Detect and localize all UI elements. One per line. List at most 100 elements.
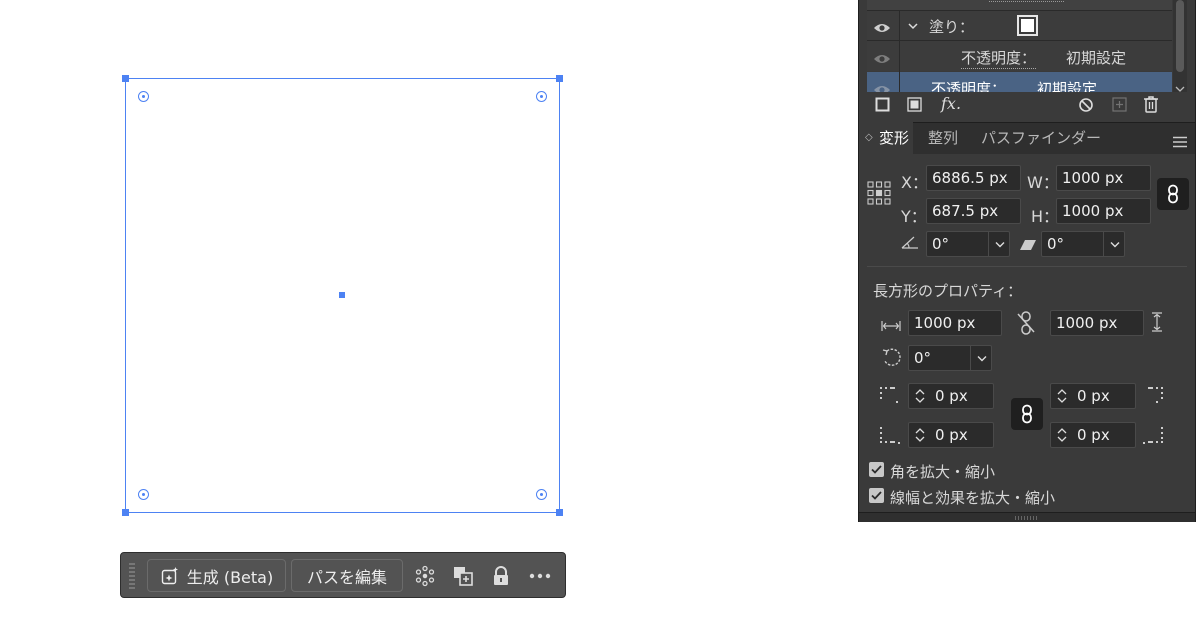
w-field[interactable]: 1000 px bbox=[1056, 165, 1151, 191]
duplicate-item-icon bbox=[1112, 97, 1127, 116]
recolor-dots-icon[interactable] bbox=[412, 563, 438, 589]
w-label: W： bbox=[1027, 173, 1059, 192]
clear-appearance-icon[interactable] bbox=[1078, 97, 1094, 117]
generate-beta-label: 生成 (Beta) bbox=[186, 567, 274, 587]
panel-resize-grip[interactable] bbox=[859, 512, 1195, 522]
generative-sparkle-icon bbox=[160, 566, 180, 586]
resize-handle-bottom-left[interactable] bbox=[122, 509, 129, 516]
visibility-eye-dim-icon[interactable] bbox=[873, 50, 891, 69]
scale-corners-label[interactable]: 角を拡大・縮小 bbox=[890, 461, 995, 482]
opacity-value: 初期設定 bbox=[1037, 80, 1098, 92]
rect-width-icon bbox=[881, 316, 901, 335]
corner-bottom-left-icon bbox=[879, 426, 901, 448]
unlinked-chain-icon[interactable] bbox=[1017, 311, 1035, 339]
duplicate-icon[interactable] bbox=[450, 563, 476, 589]
scale-strokes-effects-checkbox[interactable] bbox=[869, 488, 884, 503]
corner-bl-field[interactable]: 0 px bbox=[908, 422, 994, 448]
x-field[interactable]: 6886.5 px bbox=[926, 165, 1021, 191]
stepper-icon[interactable] bbox=[1056, 387, 1068, 412]
rotate-angle-icon bbox=[901, 234, 919, 253]
appearance-opacity-row[interactable]: 不透明度： 初期設定 bbox=[867, 40, 1172, 72]
corner-widget-top-right[interactable] bbox=[536, 91, 547, 102]
generate-beta-button[interactable]: 生成 (Beta) bbox=[147, 559, 286, 592]
checkmark-icon bbox=[871, 491, 882, 500]
rotate-dropdown-icon[interactable] bbox=[988, 231, 1010, 257]
opacity-label[interactable]: 不透明度： bbox=[961, 47, 1037, 69]
corner-tl-value: 0 px bbox=[935, 387, 968, 405]
link-icon bbox=[1168, 184, 1178, 204]
corner-tl-field[interactable]: 0 px bbox=[908, 383, 994, 409]
tab-transform[interactable]: ◇ 変形 bbox=[859, 122, 913, 154]
edit-path-button[interactable]: パスを編集 bbox=[291, 559, 403, 592]
corner-tr-field[interactable]: 0 px bbox=[1050, 383, 1136, 409]
appearance-row-partial bbox=[867, 0, 1172, 10]
resize-handle-top-left[interactable] bbox=[122, 75, 129, 82]
corner-top-right-icon bbox=[1142, 386, 1164, 408]
y-field[interactable]: 687.5 px bbox=[926, 198, 1021, 224]
corner-br-field[interactable]: 0 px bbox=[1050, 422, 1136, 448]
corner-br-value: 0 px bbox=[1077, 426, 1110, 444]
appearance-opacity-row-selected[interactable]: 不透明度： 初期設定 bbox=[867, 72, 1172, 92]
reference-point-icon[interactable] bbox=[867, 181, 891, 209]
rect-height-icon bbox=[1152, 312, 1162, 336]
shear-dropdown-icon[interactable] bbox=[1103, 231, 1125, 257]
section-divider bbox=[867, 266, 1187, 267]
appearance-toolbar: fx. bbox=[859, 92, 1195, 118]
visibility-eye-icon[interactable] bbox=[873, 19, 891, 38]
tab-pathfinder[interactable]: パスファインダー bbox=[971, 122, 1101, 154]
corner-top-left-icon bbox=[879, 386, 901, 408]
opacity-label: 不透明度： bbox=[931, 80, 1007, 92]
rect-rotation-icon bbox=[881, 347, 903, 373]
resize-handle-bottom-right[interactable] bbox=[556, 509, 563, 516]
fill-swatch[interactable] bbox=[1017, 15, 1038, 36]
scale-strokes-effects-label[interactable]: 線幅と効果を拡大・縮小 bbox=[890, 487, 1055, 508]
stepper-icon[interactable] bbox=[914, 387, 926, 412]
properties-panel: 塗り： 不透明度： 初期設定 不透明度： 初期設定 fx. ◇ 変形 整列 パス… bbox=[858, 0, 1196, 522]
visibility-eye-dim-icon[interactable] bbox=[873, 81, 891, 92]
tab-pathfinder-label: パスファインダー bbox=[981, 129, 1102, 147]
scale-corners-checkbox[interactable] bbox=[869, 462, 884, 477]
rect-width-field[interactable]: 1000 px bbox=[908, 310, 1002, 336]
tab-align[interactable]: 整列 bbox=[917, 122, 961, 154]
rectangle-properties-title: 長方形のプロパティ： bbox=[873, 282, 1023, 300]
corner-widget-bottom-left[interactable] bbox=[138, 489, 149, 500]
link-corner-radius-button[interactable] bbox=[1011, 398, 1043, 430]
appearance-fill-row[interactable]: 塗り： bbox=[867, 10, 1172, 41]
tab-transform-label: 変形 bbox=[879, 129, 910, 147]
center-point bbox=[339, 292, 345, 298]
corner-bottom-right-icon bbox=[1142, 426, 1164, 448]
shear-icon bbox=[1019, 236, 1037, 255]
resize-handle-top-right[interactable] bbox=[556, 75, 563, 82]
illustrator-workspace: 生成 (Beta) パスを編集 塗り： 不透明度： 初期設定 不透明度： 初期設… bbox=[0, 0, 1200, 626]
fill-label: 塗り： bbox=[929, 18, 975, 36]
constrain-proportions-link-button[interactable] bbox=[1157, 178, 1189, 210]
add-stroke-icon[interactable] bbox=[875, 97, 890, 116]
y-label: Y： bbox=[901, 207, 927, 226]
corner-tr-value: 0 px bbox=[1077, 387, 1110, 405]
checkmark-icon bbox=[871, 465, 882, 474]
rect-rotation-dropdown-icon[interactable] bbox=[970, 345, 992, 371]
corner-widget-bottom-right[interactable] bbox=[536, 489, 547, 500]
appearance-scrollbar[interactable] bbox=[1173, 0, 1187, 92]
h-field[interactable]: 1000 px bbox=[1056, 198, 1151, 224]
drag-grip-icon[interactable] bbox=[129, 563, 135, 589]
appearance-list: 塗り： 不透明度： 初期設定 不透明度： 初期設定 bbox=[867, 0, 1172, 92]
stepper-icon[interactable] bbox=[914, 426, 926, 451]
panel-menu-icon[interactable] bbox=[1172, 133, 1188, 152]
tab-toggle-icon: ◇ bbox=[865, 132, 873, 143]
corner-widget-top-left[interactable] bbox=[138, 91, 149, 102]
x-label: X： bbox=[901, 173, 928, 192]
add-effect-fx-icon[interactable]: fx. bbox=[941, 94, 961, 113]
h-label: H： bbox=[1031, 207, 1060, 226]
delete-trash-icon[interactable] bbox=[1143, 95, 1159, 117]
more-options-icon[interactable] bbox=[527, 563, 553, 589]
add-fill-icon[interactable] bbox=[907, 97, 922, 116]
expand-chevron-icon[interactable] bbox=[907, 17, 919, 36]
opacity-value: 初期設定 bbox=[1066, 49, 1127, 67]
stepper-icon[interactable] bbox=[1056, 426, 1068, 451]
lock-icon[interactable] bbox=[488, 563, 514, 589]
edit-path-label: パスを編集 bbox=[306, 567, 387, 587]
link-icon bbox=[1022, 404, 1032, 424]
rect-height-field[interactable]: 1000 px bbox=[1050, 310, 1144, 336]
corner-bl-value: 0 px bbox=[935, 426, 968, 444]
